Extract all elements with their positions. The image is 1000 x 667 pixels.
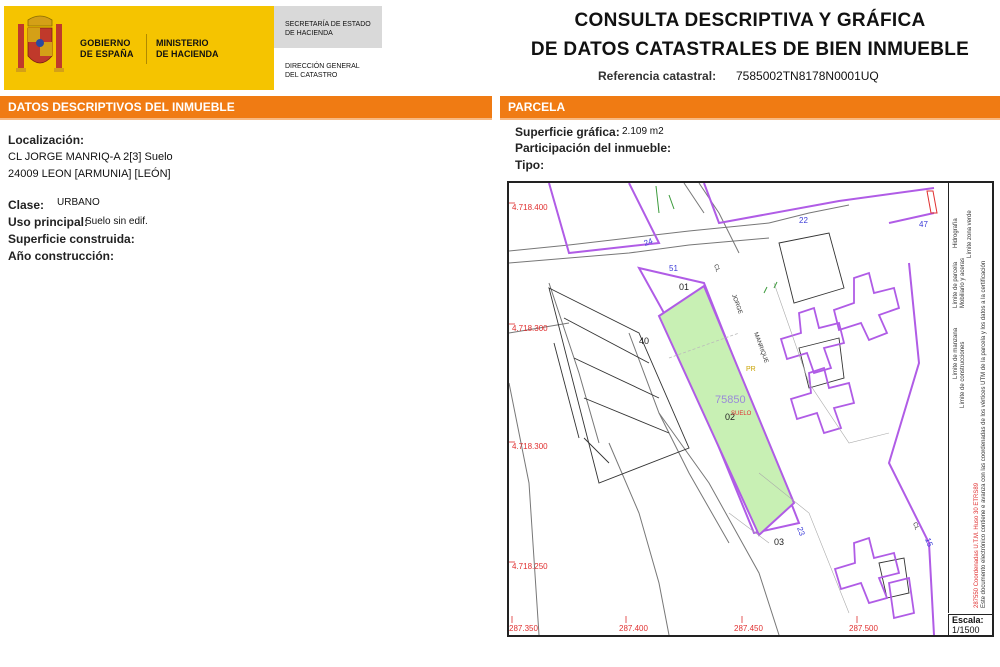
y-tick-2: 4.718.300 — [512, 324, 548, 333]
uso-principal-label: Uso principal: — [8, 215, 89, 229]
gobierno-text: GOBIERNO DE ESPAÑA — [80, 38, 134, 60]
coat-of-arms-icon — [16, 15, 64, 72]
legend-limite-parcela: Límite de parcela — [953, 261, 959, 308]
legend-limite-construcciones: Límite de construcciones — [960, 341, 966, 408]
road-label-47: 47 — [919, 220, 928, 229]
ministerio-line1: MINISTERIO — [156, 38, 209, 48]
superficie-grafica-label: Superficie gráfica: — [515, 125, 620, 139]
x-tick-4: 287.500 — [849, 624, 878, 633]
suelo-label: SUELO — [731, 411, 752, 417]
secretaria-line2: DE HACIENDA — [285, 30, 333, 37]
map-coordinate-labels: 4.718.400 4.718.300 4.718.300 4.718.250 … — [509, 203, 878, 633]
superficie-construida-label: Superficie construida: — [8, 232, 135, 246]
localizacion-line1: CL JORGE MANRIQ-A 2[3] Suelo — [8, 151, 173, 163]
ministerio-line2: DE HACIENDA — [156, 49, 219, 59]
ref-catastral-label: Referencia catastral: — [598, 69, 717, 83]
map-scale: Escala: 1/1500 — [948, 614, 992, 636]
parcel-03-label: 03 — [774, 537, 784, 547]
pr-label: PR — [746, 366, 756, 373]
page-title-line1: CONSULTA DESCRIPTIVA Y GRÁFICA — [574, 10, 926, 31]
secretaria-text: SECRETARÍA DE ESTADO DE HACIENDA — [285, 20, 371, 38]
participacion-label: Participación del inmueble: — [515, 141, 672, 155]
map-street-lines — [509, 183, 850, 635]
map-legend: Límite de manzana Límite de parcela Lími… — [948, 183, 993, 613]
road-label-51: 51 — [669, 264, 678, 273]
gobierno-line1: GOBIERNO — [80, 38, 131, 48]
ref-catastral-value: 7585002TN8178N0001UQ — [736, 69, 879, 83]
legend-hidrografia: Hidrografía — [953, 218, 959, 248]
road-label-22: 22 — [799, 216, 808, 225]
localizacion-label: Localización: — [8, 133, 85, 147]
logo-divider — [146, 34, 147, 64]
escala-label: Escala: — [952, 615, 984, 625]
uso-principal-value: Suelo sin edif. — [85, 216, 148, 227]
street-label-cl: CL — [712, 264, 720, 274]
legend-limite-manzana: Límite de manzana — [953, 327, 959, 379]
datos-descriptivos-header: DATOS DESCRIPTIVOS DEL INMUEBLE — [0, 96, 492, 120]
road-label-23: 23 — [795, 526, 807, 538]
street-label-cl-2: CL — [911, 522, 919, 532]
legend-limite-zona-verde: Límite zona verde — [967, 210, 973, 258]
direccion-text: DIRECCIÓN GENERAL DEL CATASTRO — [285, 62, 360, 80]
road-label-24: 24 — [643, 236, 655, 248]
parcel-01-label: 01 — [679, 282, 689, 292]
y-tick-1: 4.718.400 — [512, 203, 548, 212]
street-label-manrique: MANRIQUE — [752, 332, 769, 364]
superficie-grafica-value: 2.109 m2 — [622, 126, 664, 137]
parcel-40-label: 40 — [639, 336, 649, 346]
legend-document-note: Este documento electrónico contiene e av… — [981, 260, 987, 608]
y-tick-4: 4.718.250 — [512, 562, 548, 571]
map-red-feature — [926, 190, 938, 214]
parcel-area[interactable] — [657, 284, 796, 537]
gobierno-line2: DE ESPAÑA — [80, 49, 134, 59]
page-title-line2: DE DATOS CATASTRALES DE BIEN INMUEBLE — [530, 39, 970, 60]
direccion-line1: DIRECCIÓN GENERAL — [285, 63, 360, 70]
legend-mobiliario: Mobiliario y aceras — [960, 257, 966, 308]
x-tick-1: 287.350 — [509, 624, 538, 633]
road-label-15: 15 — [923, 537, 935, 549]
localizacion-line2: 24009 LEON [ARMUNIA] [LEÓN] — [8, 168, 171, 180]
x-tick-2: 287.400 — [619, 624, 648, 633]
parcela-header: PARCELA — [500, 96, 1000, 120]
secretaria-line1: SECRETARÍA DE ESTADO — [285, 21, 371, 28]
parcel-id-label: 75850 — [715, 394, 746, 406]
y-tick-3: 4.718.300 — [512, 442, 548, 451]
cadastral-map[interactable]: 4.718.400 4.718.300 4.718.300 4.718.250 … — [509, 183, 947, 635]
tipo-label: Tipo: — [515, 158, 545, 172]
escala-value: 1/1500 — [952, 625, 980, 635]
ministerio-text: MINISTERIO DE HACIENDA — [156, 38, 219, 60]
clase-value: URBANO — [57, 197, 100, 208]
legend-coordinates-note: 287550 Coordenadas U.T.M. Huso 30 ETRS89 — [974, 482, 980, 608]
map-coordinate-ticks — [509, 202, 858, 623]
clase-label: Clase: — [8, 198, 45, 212]
direccion-line2: DEL CATASTRO — [285, 72, 338, 79]
x-tick-3: 287.450 — [734, 624, 763, 633]
street-label-jorge: JORGE — [730, 294, 743, 315]
anio-construccion-label: Año construcción: — [8, 249, 115, 263]
